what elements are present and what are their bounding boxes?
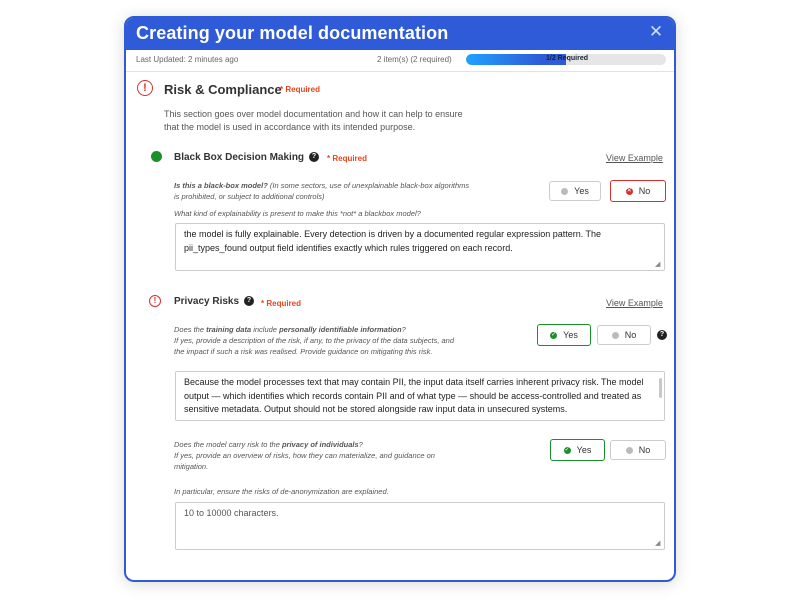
privacy-q2-line3: mitigation. <box>174 462 209 471</box>
black-box-question-rest: (In some sectors, use of unexplainable b… <box>267 181 470 190</box>
radio-icon <box>625 446 633 454</box>
check-circle-icon: ✓ <box>563 446 571 454</box>
section-required-label: * Required <box>280 85 321 94</box>
help-icon[interactable]: ? <box>657 330 667 340</box>
privacy-q1-answer-textarea[interactable]: Because the model processes text that ma… <box>175 371 665 421</box>
privacy-q1-no-label: No <box>624 330 637 340</box>
progress-bar: 1/2 Required <box>466 54 666 65</box>
privacy-q2-bold: privacy of individuals <box>281 440 359 449</box>
close-icon[interactable]: ✕ <box>648 23 664 40</box>
section-description-line-1: This section goes over model documentati… <box>164 109 463 119</box>
privacy-q1-answer-text: Because the model processes text that ma… <box>184 377 644 414</box>
privacy-q1-no-button[interactable]: No <box>597 325 651 345</box>
items-count-text: 2 item(s) (2 required) <box>377 55 452 64</box>
privacy-q1-bold2: personally identifiable information <box>279 325 402 334</box>
privacy-q1-bold1: training data <box>206 325 252 334</box>
privacy-q1-line3: the impact if such a risk was realised. … <box>174 347 433 356</box>
privacy-q1-end: ? <box>401 325 406 334</box>
privacy-q2-note: In particular, ensure the risks of de-an… <box>174 487 389 496</box>
privacy-q2-yes-button[interactable]: ✓ Yes <box>550 439 605 461</box>
privacy-q2-yes-label: Yes <box>576 445 592 455</box>
privacy-q2-end: ? <box>358 440 363 449</box>
privacy-required-label: * Required <box>261 299 302 308</box>
privacy-q1-mid: include <box>251 325 280 334</box>
section-warning-icon: ! <box>137 80 153 96</box>
privacy-q2-no-label: No <box>638 445 651 455</box>
status-bar: Last Updated: 2 minutes ago 2 item(s) (2… <box>126 50 674 72</box>
privacy-warning-icon: ! <box>149 295 161 307</box>
section-description-line-2: that the model is used in accordance wit… <box>164 122 416 132</box>
radio-icon <box>561 187 569 195</box>
modal-title: Creating your model documentation <box>136 23 449 43</box>
privacy-q2-line2: If yes, provide an overview of risks, ho… <box>174 451 435 460</box>
privacy-q2: Does the model carry risk to the privacy… <box>174 439 494 472</box>
check-circle-icon: ✓ <box>550 331 558 339</box>
privacy-q1: Does the training data include personall… <box>174 324 524 357</box>
privacy-q2-pre: Does the model carry risk to the <box>174 440 282 449</box>
privacy-q2-no-button[interactable]: No <box>610 440 666 460</box>
privacy-q2-answer-textarea[interactable]: 10 to 10000 characters. ◢ <box>175 502 665 550</box>
black-box-answer-textarea[interactable]: the model is fully explainable. Every de… <box>175 223 665 271</box>
black-box-question-bold: Is this a black-box model? <box>174 181 268 190</box>
textarea-scrollbar[interactable] <box>659 378 662 398</box>
privacy-risks-title: Privacy Risks <box>174 296 240 307</box>
black-box-view-example-link[interactable]: View Example <box>606 153 663 163</box>
section-title: Risk & Compliance <box>164 82 282 97</box>
resize-handle-icon[interactable]: ◢ <box>655 540 662 547</box>
black-box-title: Black Box Decision Making <box>174 152 305 163</box>
help-icon[interactable]: ? <box>244 296 254 306</box>
privacy-q1-line2: If yes, provide a description of the ris… <box>174 336 455 345</box>
last-updated-text: Last Updated: 2 minutes ago <box>136 55 239 64</box>
black-box-no-label: No <box>638 186 651 196</box>
privacy-q1-yes-label: Yes <box>563 330 578 340</box>
black-box-no-button[interactable]: ✕ No <box>610 180 666 202</box>
black-box-required-label: * Required <box>327 154 368 163</box>
black-box-question-line2: is prohibited, or subject to additional … <box>174 192 325 201</box>
radio-icon <box>611 331 619 339</box>
black-box-yes-label: Yes <box>574 186 589 196</box>
documentation-modal: Creating your model documentation ✕ Last… <box>124 16 676 582</box>
privacy-q1-yes-button[interactable]: ✓ Yes <box>537 324 591 346</box>
modal-titlebar: Creating your model documentation ✕ <box>126 18 674 50</box>
black-box-answer-text: the model is fully explainable. Every de… <box>184 229 602 253</box>
resize-handle-icon[interactable]: ◢ <box>655 261 662 268</box>
x-circle-icon: ✕ <box>625 187 633 195</box>
help-icon[interactable]: ? <box>309 152 319 162</box>
privacy-q2-placeholder: 10 to 10000 characters. <box>184 508 279 518</box>
privacy-view-example-link[interactable]: View Example <box>606 298 663 308</box>
black-box-question: Is this a black-box model? (In some sect… <box>174 180 514 202</box>
black-box-yes-button[interactable]: Yes <box>549 181 601 201</box>
progress-label: 1/2 Required <box>546 55 589 62</box>
privacy-q1-pre: Does the <box>174 325 207 334</box>
complete-status-icon <box>151 151 162 162</box>
black-box-sub-question: What kind of explainability is present t… <box>174 209 421 218</box>
